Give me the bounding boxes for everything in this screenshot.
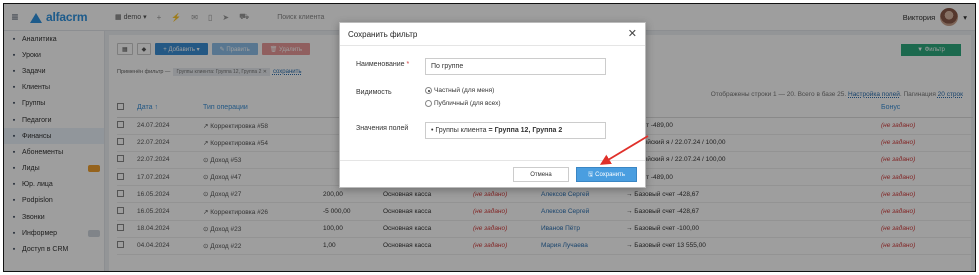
filter-name-input[interactable]: По группе <box>425 58 606 75</box>
floppy-disk-icon: 🖫 <box>588 171 594 178</box>
app-window: ≡ alfacrm ▦ demo ▾ + ⚡ ✉ ▯ ➤ ⛟ Поиск кли… <box>3 3 976 272</box>
save-button-label: Сохранить <box>595 171 625 178</box>
private-radio-option[interactable]: Частный (для меня) <box>425 87 494 94</box>
private-radio[interactable] <box>425 87 432 94</box>
required-marker: * <box>406 61 410 68</box>
dialog-footer: Отмена 🖫 Сохранить <box>340 160 645 187</box>
dialog-title: Сохранить фильтр <box>348 29 418 39</box>
name-label-text: Наименование <box>356 61 405 68</box>
private-radio-label: Частный (для меня) <box>434 87 495 94</box>
dialog-header: Сохранить фильтр ✕ <box>340 23 645 46</box>
close-icon[interactable]: ✕ <box>628 28 637 40</box>
save-filter-dialog: Сохранить фильтр ✕ Наименование * По гру… <box>339 22 646 188</box>
values-prefix: • Группы клиента <box>431 127 487 134</box>
save-button[interactable]: 🖫 Сохранить <box>576 167 637 182</box>
public-radio[interactable] <box>425 100 432 107</box>
values-label: Значения полей <box>356 125 409 132</box>
field-values-box: • Группы клиента = Группа 12, Группа 2 <box>425 122 606 139</box>
cancel-button[interactable]: Отмена <box>513 167 569 182</box>
visibility-label: Видимость <box>356 89 392 96</box>
public-radio-option[interactable]: Публичный (для всех) <box>425 100 501 107</box>
public-radio-label: Публичный (для всех) <box>434 100 501 107</box>
values-text: = Группа 12, Группа 2 <box>488 127 563 134</box>
name-label: Наименование * <box>356 61 409 68</box>
